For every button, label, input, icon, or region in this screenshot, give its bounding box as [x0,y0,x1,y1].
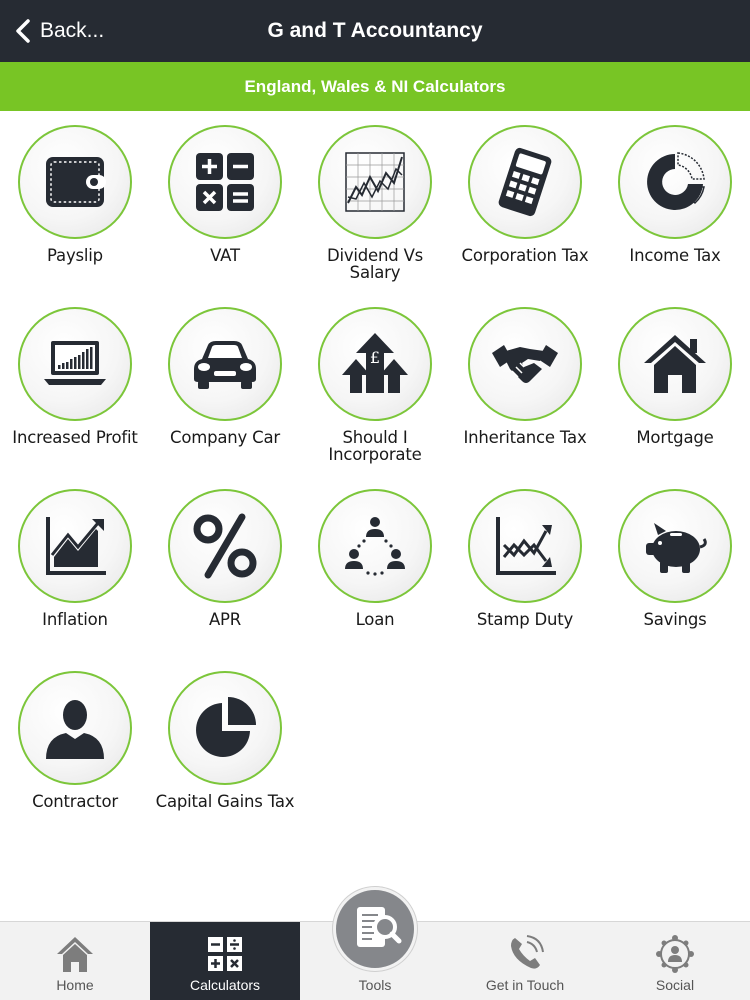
calculator-label: Increased Profit [12,428,138,447]
tab-label: Home [56,977,94,993]
calculator-label: Inheritance Tax [463,428,587,447]
calculator-dividend-vs-salary[interactable]: Dividend Vs Salary [300,111,450,293]
top-navigation-bar: Back... G and T Accountancy [0,0,750,62]
percent-icon [193,513,257,579]
tab-social[interactable]: Social [600,922,750,1000]
tab-calculators[interactable]: Calculators [150,922,300,1000]
calculator-label: Stamp Duty [476,610,574,629]
calculator-capital-gains-tax[interactable]: Capital Gains Tax [150,657,300,839]
calculator-label: Corporation Tax [461,246,589,265]
svg-text:£: £ [370,348,380,367]
tab-get-in-touch[interactable]: Get in Touch [450,922,600,1000]
calculator-icon [498,147,552,217]
calculator-label: Loan [355,610,395,629]
pie-chart-icon [196,697,256,757]
calculator-label: Savings [643,610,707,629]
laptop-chart-icon [44,341,106,385]
calculator-loan[interactable]: Loan [300,475,450,657]
tab-label: Social [655,977,695,993]
calculator-should-i-incorporate[interactable]: £ Should I Incorporate [300,293,450,475]
document-search-icon [357,907,402,947]
calculator-corporation-tax[interactable]: Corporation Tax [450,111,600,293]
wallet-icon [46,157,106,207]
person-icon [46,700,104,759]
calculator-label: Dividend Vs Salary [326,246,424,282]
section-title: England, Wales & NI Calculators [0,62,750,111]
calculator-stamp-duty[interactable]: Stamp Duty [450,475,600,657]
calculator-label: Company Car [170,428,280,447]
calculator-mortgage[interactable]: Mortgage [600,293,750,475]
calculator-vat[interactable]: VAT [150,111,300,293]
calculator-symbols-icon [196,153,254,211]
tools-button[interactable] [333,887,417,971]
calculator-label: Capital Gains Tax [155,792,295,811]
network-icon [656,935,694,973]
calculator-grid: Payslip VAT Dividend Vs Salary Corporati… [0,111,750,921]
donut-chart-icon [647,152,705,210]
chevron-left-icon [16,19,30,43]
calculator-label: APR [208,610,242,629]
car-icon [194,341,256,389]
calculator-symbols-icon [208,937,242,971]
handshake-icon [492,345,558,383]
house-icon [57,937,93,972]
calculator-label: Contractor [32,792,118,811]
rising-graph-icon [46,517,106,575]
calculator-label: Inflation [42,610,108,629]
calculator-label: VAT [210,246,240,265]
calculator-company-car[interactable]: Company Car [150,293,300,475]
crossing-graph-icon [496,517,556,575]
tab-label: Calculators [189,977,261,993]
calculator-contractor[interactable]: Contractor [0,657,150,839]
calculator-increased-profit[interactable]: Increased Profit [0,293,150,475]
calculator-inheritance-tax[interactable]: Inheritance Tax [450,293,600,475]
calculator-apr[interactable]: APR [150,475,300,657]
line-chart-icon [345,152,405,212]
phone-icon [511,935,544,969]
back-button[interactable]: Back... [14,14,104,48]
calculator-label: Income Tax [629,246,721,265]
piggy-bank-icon [646,523,707,573]
people-network-icon [345,517,405,576]
tab-label: Tools [358,977,392,993]
calculator-savings[interactable]: Savings [600,475,750,657]
app-title: G and T Accountancy [267,19,483,42]
calculator-label: Should I Incorporate [328,428,422,464]
calculator-payslip[interactable]: Payslip [0,111,150,293]
calculator-label: Mortgage [636,428,714,447]
calculator-label: Payslip [47,246,103,265]
calculator-income-tax[interactable]: Income Tax [600,111,750,293]
pound-arrows-icon: £ [342,333,408,393]
house-icon [644,335,706,393]
back-label: Back... [40,19,105,42]
calculator-inflation[interactable]: Inflation [0,475,150,657]
tab-home[interactable]: Home [0,922,150,1000]
tab-label: Get in Touch [485,977,565,993]
